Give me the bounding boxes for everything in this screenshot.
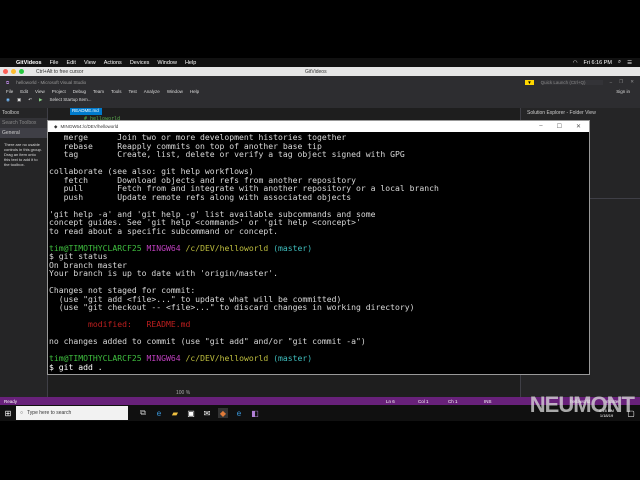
status-col: Col 1 bbox=[418, 398, 429, 404]
mac-menu-view[interactable]: View bbox=[84, 60, 96, 66]
wifi-icon[interactable]: ◠ bbox=[573, 60, 578, 66]
vm-hint: Ctrl+Alt to free cursor bbox=[36, 68, 84, 75]
terminal-titlebar: ◆ MINGW64:/c/DEV/helloworld – ☐ ✕ bbox=[48, 121, 589, 132]
terminal-block: merge Join two or more development histo… bbox=[49, 133, 589, 244]
terminal-block: $ git status On branch master Your branch … bbox=[49, 252, 589, 320]
terminal-output[interactable]: merge Join two or more development histo… bbox=[48, 132, 589, 371]
file-explorer-icon[interactable]: ▰ bbox=[170, 408, 180, 418]
prompt-branch: (master) bbox=[273, 353, 313, 363]
toolbox-group-general[interactable]: General bbox=[0, 128, 47, 138]
feedback-icon[interactable]: ▼ bbox=[525, 79, 534, 85]
mac-menu-edit[interactable]: Edit bbox=[66, 60, 75, 66]
mac-menu-actions[interactable]: Actions bbox=[104, 60, 122, 66]
terminal-window[interactable]: ◆ MINGW64:/c/DEV/helloworld – ☐ ✕ merge Joi… bbox=[47, 120, 590, 375]
terminal-title: MINGW64:/c/DEV/helloworld bbox=[60, 124, 119, 129]
zoom-level[interactable]: 100 % bbox=[176, 390, 190, 396]
cortana-icon: ○ bbox=[20, 410, 24, 416]
terminal-line: tag Create, list, delete or verify a tag… bbox=[49, 149, 405, 159]
mac-menu-file[interactable]: File bbox=[50, 60, 59, 66]
play-icon[interactable]: ▶ bbox=[39, 97, 42, 103]
git-bash-icon[interactable]: ◆ bbox=[218, 408, 228, 418]
search-placeholder: Type here to search bbox=[27, 410, 72, 416]
minimize-icon[interactable] bbox=[11, 69, 16, 74]
terminal-line: (use "git checkout -- <file>..." to disc… bbox=[49, 302, 415, 312]
toolbox-title: Toolbox bbox=[2, 110, 20, 116]
status-ins: INS bbox=[484, 398, 492, 404]
menu-view[interactable]: View bbox=[35, 89, 45, 94]
windows-start-icon[interactable]: ⊞ bbox=[3, 408, 13, 418]
menu-window[interactable]: Window bbox=[167, 89, 183, 94]
menu-help[interactable]: Help bbox=[190, 89, 199, 94]
menu-icon[interactable]: ☰ bbox=[627, 60, 632, 66]
ie-icon[interactable]: e bbox=[234, 408, 244, 418]
clock[interactable]: Fri 6:16 PM bbox=[584, 60, 612, 66]
startup-item-button[interactable]: Select Startup Item... bbox=[49, 97, 91, 102]
terminal-line: Your branch is up to date with 'origin/m… bbox=[49, 268, 279, 278]
toolbox-search[interactable]: Search Toolbox bbox=[0, 118, 47, 128]
store-icon[interactable]: ▣ bbox=[186, 408, 196, 418]
vs-logo-icon: ⧉ bbox=[6, 79, 10, 85]
spotlight-icon[interactable]: ⌕ bbox=[618, 59, 621, 66]
terminal-line: to read about a specific subcommand or c… bbox=[49, 225, 279, 236]
mac-menu-bar: GitVideos File Edit View Actions Devices… bbox=[0, 58, 640, 67]
minimize-button[interactable]: – bbox=[539, 123, 542, 130]
undo-icon[interactable]: ↶ bbox=[28, 97, 32, 103]
menu-tools[interactable]: Tools bbox=[111, 89, 122, 94]
edge-icon[interactable]: e bbox=[154, 408, 164, 418]
menu-edit[interactable]: Edit bbox=[20, 89, 28, 94]
prompt-path: /c/DEV/helloworld bbox=[185, 353, 269, 363]
task-view-icon[interactable]: ⧉ bbox=[138, 408, 148, 418]
restore-button[interactable]: ❐ bbox=[619, 79, 623, 85]
current-command: $ git add . bbox=[49, 361, 103, 372]
status-line: Ln 6 bbox=[386, 398, 395, 404]
visual-studio-icon[interactable]: ◧ bbox=[250, 408, 260, 418]
neumont-watermark: NEUMONT bbox=[529, 392, 635, 417]
menu-project[interactable]: Project bbox=[52, 89, 66, 94]
menu-file[interactable]: File bbox=[6, 89, 13, 94]
close-button[interactable]: ✕ bbox=[630, 79, 640, 85]
menu-test[interactable]: Test bbox=[129, 89, 137, 94]
close-icon[interactable] bbox=[3, 69, 8, 74]
maximize-button[interactable]: ☐ bbox=[557, 123, 562, 130]
tab-readme[interactable]: README.md bbox=[70, 108, 102, 115]
app-menu[interactable]: GitVideos bbox=[16, 60, 42, 66]
prompt-env: MINGW64 bbox=[146, 242, 181, 253]
modified-file: modified: README.md bbox=[49, 319, 191, 329]
sign-in-link[interactable]: Sign in bbox=[616, 89, 640, 94]
mingw-icon: ◆ bbox=[54, 123, 58, 129]
toolbox-empty-text: There are no usable controls in this gro… bbox=[4, 142, 43, 167]
save-icon[interactable]: ▣ bbox=[17, 97, 21, 103]
terminal-line: push Update remote refs along with assoc… bbox=[49, 191, 352, 202]
prompt-path: /c/DEV/helloworld bbox=[185, 242, 269, 253]
quick-launch-input[interactable]: Quick Launch (Ctrl+Q) bbox=[540, 79, 603, 85]
terminal-line: no changes added to commit (use "git add… bbox=[49, 336, 366, 346]
vs-title: helloworld - Microsoft Visual Studio bbox=[16, 79, 87, 85]
menu-debug[interactable]: Debug bbox=[73, 89, 86, 94]
prompt-line: tim@TIMOTHYCLARCF25 MINGW64 /c/DEV/hello… bbox=[49, 354, 589, 363]
solution-explorer-title: Solution Explorer - Folder View bbox=[527, 110, 596, 116]
zoom-icon[interactable] bbox=[19, 69, 24, 74]
terminal-block: no changes added to commit (use "git add… bbox=[49, 329, 589, 355]
back-icon[interactable]: ◉ bbox=[6, 97, 10, 103]
mac-menu-devices[interactable]: Devices bbox=[130, 60, 150, 66]
close-button[interactable]: ✕ bbox=[576, 123, 581, 130]
menu-analyze[interactable]: Analyze bbox=[144, 89, 160, 94]
prompt-branch: (master) bbox=[273, 242, 313, 253]
taskbar-search[interactable]: ○ Type here to search bbox=[16, 406, 128, 420]
prompt-line: tim@TIMOTHYCLARCF25 MINGW64 /c/DEV/hello… bbox=[49, 242, 589, 253]
mail-icon[interactable]: ✉ bbox=[202, 408, 212, 418]
terminal-line: $ git status bbox=[49, 251, 108, 261]
mac-menu-window[interactable]: Window bbox=[157, 60, 177, 66]
vm-title: GitVideos bbox=[305, 68, 327, 75]
toolbox-panel: Toolbox Search Toolbox General There are… bbox=[0, 108, 48, 397]
status-char: Ch 1 bbox=[448, 398, 458, 404]
status-ready: Ready bbox=[4, 398, 18, 404]
vm-window-titlebar: Ctrl+Alt to free cursor GitVideos bbox=[0, 67, 640, 76]
minimize-button[interactable]: – bbox=[610, 80, 613, 85]
prompt-env: MINGW64 bbox=[146, 353, 181, 363]
mac-menu-help[interactable]: Help bbox=[185, 60, 196, 66]
menu-team[interactable]: Team bbox=[93, 89, 104, 94]
